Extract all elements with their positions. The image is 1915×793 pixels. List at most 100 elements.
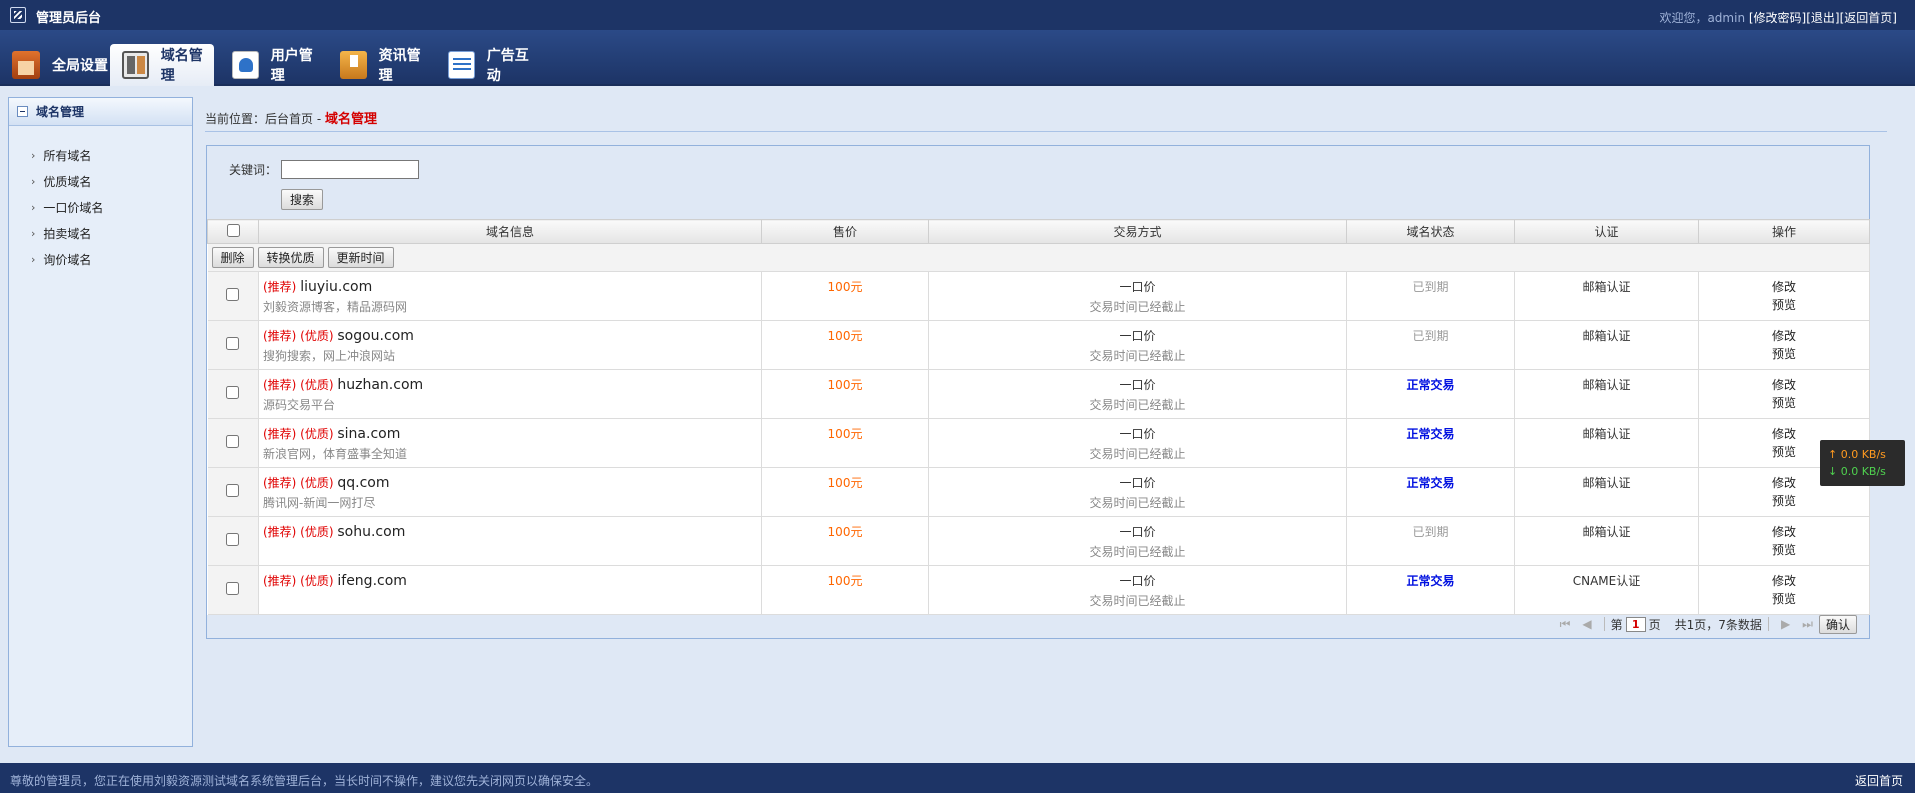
domain-name[interactable]: qq.com (337, 475, 389, 491)
convert-premium-button[interactable]: 转换优质 (257, 247, 324, 268)
delete-button[interactable]: 删除 (211, 247, 254, 268)
certification: 邮箱认证 (1582, 427, 1631, 441)
logo-icon (10, 7, 26, 23)
tab-domain-management[interactable]: 域名管理 (110, 44, 214, 86)
row-checkbox[interactable] (226, 533, 240, 546)
domain-description: 腾讯网-新闻一网打尽 (263, 496, 376, 510)
trade-method-cell: 一口价 交易时间已经截止 (928, 565, 1347, 615)
keyword-input[interactable] (281, 160, 420, 179)
domain-price: 100元 (827, 378, 863, 392)
trade-method: 一口价 (1119, 329, 1156, 343)
trade-note: 交易时间已经截止 (1089, 398, 1186, 412)
trade-method-cell: 一口价 交易时间已经截止 (928, 467, 1347, 517)
domain-name[interactable]: ifeng.com (337, 573, 407, 589)
sidebar-item-fixed-price-domains[interactable]: › 一口价域名 (9, 194, 192, 220)
domain-name[interactable]: liuyiu.com (300, 279, 372, 295)
domain-tags: (推荐) (优质) (263, 378, 334, 392)
sidebar-item-premium-domains[interactable]: › 优质域名 (9, 168, 192, 194)
sidebar-item-auction-domains[interactable]: › 拍卖域名 (9, 220, 192, 246)
operations-cell: 修改 预览 (1698, 516, 1870, 566)
domain-tags: (推荐) (优质) (263, 329, 334, 343)
sidebar-item-all-domains[interactable]: › 所有域名 (9, 142, 192, 168)
search-bar: 关键词： (229, 160, 420, 179)
tab-user-management[interactable]: 用户管理 (220, 44, 324, 86)
domain-description: 新浪官网，体育盛事全知道 (263, 447, 408, 461)
next-page-icon[interactable]: ▶ (1781, 617, 1790, 631)
preview-link[interactable]: 预览 (1699, 345, 1869, 363)
upload-speed: ↑ 0.0 KB/s (1828, 448, 1886, 461)
domain-status: 正常交易 (1406, 476, 1455, 490)
edit-link[interactable]: 修改 (1699, 523, 1869, 541)
domain-description: 搜狗搜索，网上冲浪网站 (263, 349, 396, 363)
ad-icon (448, 51, 475, 79)
page-prefix: 第 (1610, 617, 1623, 632)
change-password-link[interactable]: [修改密码] (1749, 11, 1806, 25)
domain-info-cell: (推荐) (优质) qq.com 腾讯网-新闻一网打尽 (258, 467, 762, 517)
tab-news-management[interactable]: 资讯管理 (328, 44, 432, 86)
batch-actions-row: 删除 转换优质 更新时间 (207, 243, 1870, 272)
column-header: 交易方式 (928, 219, 1347, 244)
row-checkbox-cell (207, 516, 259, 566)
first-page-icon[interactable]: ⏮ (1560, 617, 1571, 632)
preview-link[interactable]: 预览 (1699, 296, 1869, 314)
update-time-button[interactable]: 更新时间 (327, 247, 394, 268)
sidebar-item-label: 所有域名 (43, 148, 92, 163)
prev-page-icon[interactable]: ◀ (1582, 617, 1591, 631)
domain-info-cell: (推荐) (优质) sogou.com 搜狗搜索，网上冲浪网站 (258, 320, 762, 370)
select-all-checkbox[interactable] (226, 223, 240, 237)
breadcrumb-home[interactable]: 后台首页 (265, 112, 313, 126)
row-checkbox[interactable] (226, 386, 240, 399)
edit-link[interactable]: 修改 (1699, 327, 1869, 345)
search-button[interactable]: 搜索 (281, 189, 324, 210)
domain-status: 正常交易 (1406, 427, 1455, 441)
domain-info-cell: (推荐) (优质) huzhan.com 源码交易平台 (258, 369, 762, 419)
domain-price: 100元 (827, 427, 863, 441)
row-checkbox[interactable] (226, 337, 240, 350)
sidebar-menu: › 所有域名 › 优质域名 › 一口价域名 › 拍卖域名 › 询价域名 (9, 142, 192, 272)
page-number-input[interactable]: 1 (1625, 616, 1646, 632)
preview-link[interactable]: 预览 (1699, 541, 1869, 559)
tab-global-settings[interactable]: 全局设置 (0, 44, 108, 86)
preview-link[interactable]: 预览 (1699, 394, 1869, 412)
column-header: 域名状态 (1346, 219, 1515, 244)
domain-name[interactable]: sohu.com (337, 524, 405, 540)
logout-link[interactable]: [退出] (1806, 11, 1839, 25)
tab-label: 广告互动 (486, 48, 529, 84)
domain-name[interactable]: sina.com (337, 426, 400, 442)
home-link[interactable]: [返回首页] (1840, 11, 1897, 25)
price-cell: 100元 (761, 369, 929, 419)
domain-name[interactable]: sogou.com (337, 328, 414, 344)
column-header: 认证 (1514, 219, 1699, 244)
column-header: 售价 (761, 219, 929, 244)
page-suffix: 页 (1648, 617, 1661, 632)
trade-method-cell: 一口价 交易时间已经截止 (928, 320, 1347, 370)
edit-link[interactable]: 修改 (1699, 572, 1869, 590)
domain-name[interactable]: huzhan.com (337, 377, 423, 393)
domain-price: 100元 (827, 329, 863, 343)
trade-method-cell: 一口价 交易时间已经截止 (928, 271, 1347, 321)
sidebar-header[interactable]: 域名管理 (9, 98, 192, 126)
app-title: 管理员后台 (36, 11, 102, 26)
breadcrumb: 当前位置：后台首页 - 域名管理 (205, 108, 377, 127)
last-page-icon[interactable]: ⏭ (1802, 617, 1813, 632)
row-checkbox[interactable] (226, 484, 240, 497)
edit-link[interactable]: 修改 (1699, 278, 1869, 296)
preview-link[interactable]: 预览 (1699, 590, 1869, 608)
row-checkbox[interactable] (226, 288, 240, 301)
trade-method: 一口价 (1119, 427, 1156, 441)
footer-home-link[interactable]: 返回首页 (1855, 772, 1903, 789)
page-summary: 共1页，7条数据 (1674, 617, 1762, 632)
preview-link[interactable]: 预览 (1699, 492, 1869, 510)
row-checkbox[interactable] (226, 582, 240, 595)
collapse-icon[interactable] (17, 106, 28, 117)
domain-status: 已到期 (1412, 329, 1449, 343)
row-checkbox[interactable] (226, 435, 240, 448)
pager-separator (1767, 617, 1769, 631)
confirm-page-button[interactable]: 确认 (1818, 614, 1857, 634)
tab-ad-interaction[interactable]: 广告互动 (436, 44, 540, 86)
domain-status: 正常交易 (1406, 378, 1455, 392)
chevron-right-icon: › (31, 252, 36, 266)
sidebar-item-inquiry-domains[interactable]: › 询价域名 (9, 246, 192, 272)
trade-method: 一口价 (1119, 574, 1156, 588)
edit-link[interactable]: 修改 (1699, 376, 1869, 394)
